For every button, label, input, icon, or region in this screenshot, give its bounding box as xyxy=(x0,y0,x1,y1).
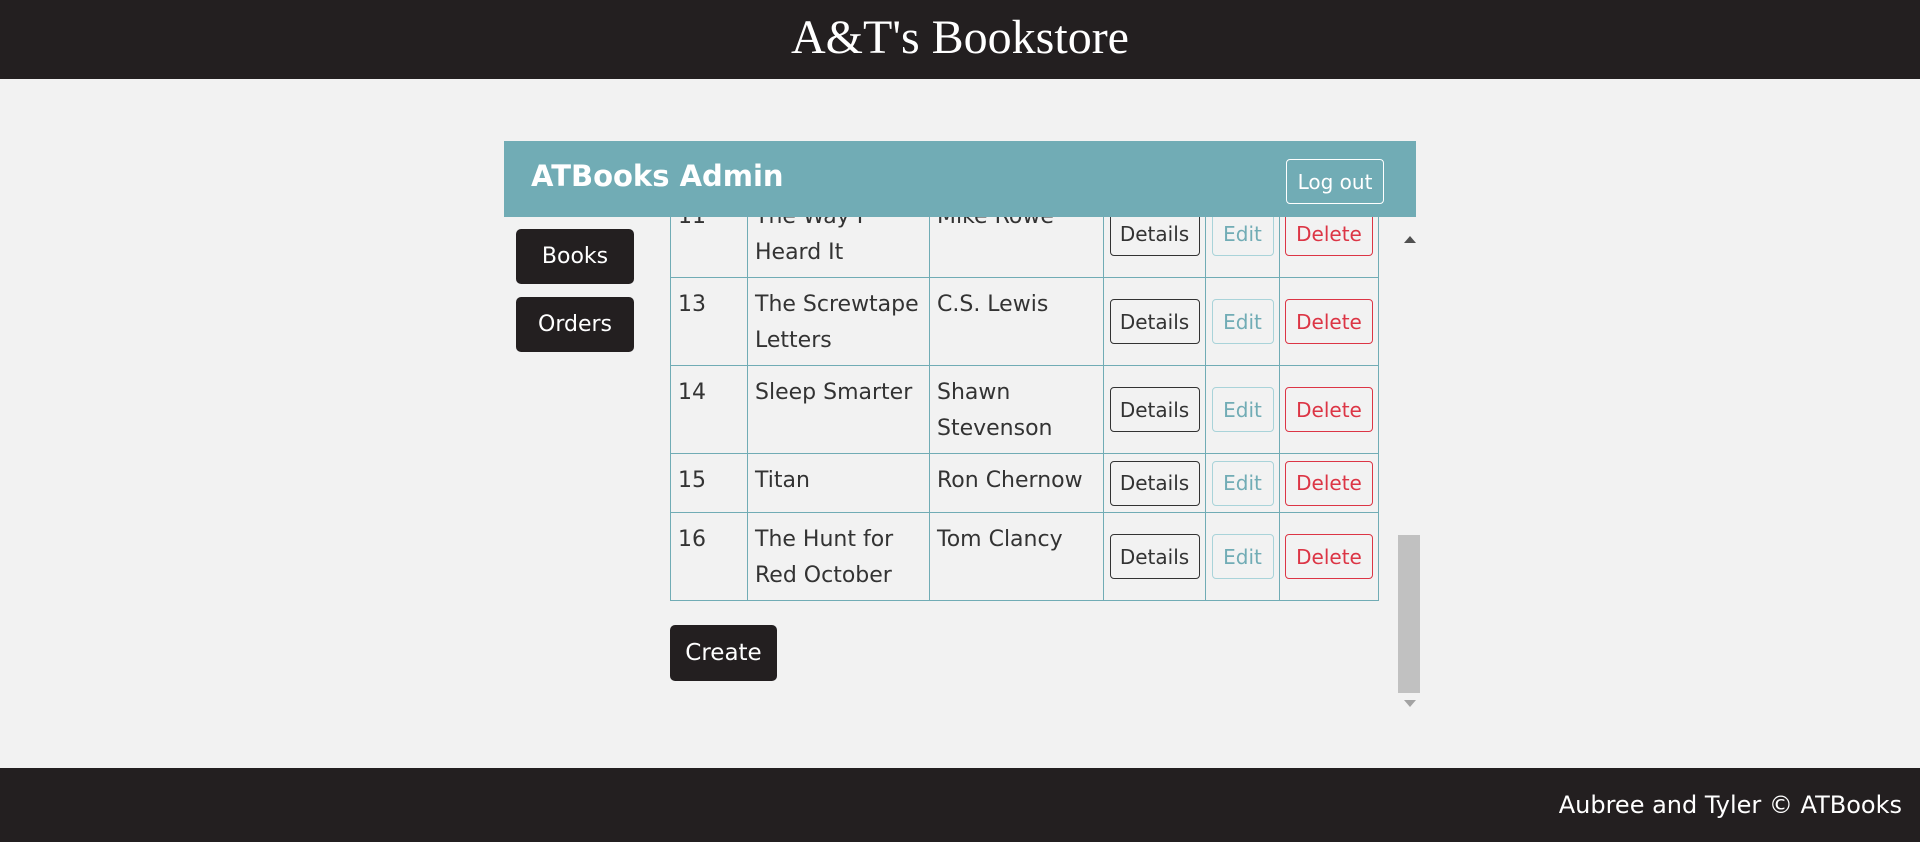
delete-button[interactable]: Delete xyxy=(1285,460,1373,506)
book-title-cell: The Way I Heard It xyxy=(747,217,930,278)
details-button[interactable]: Details xyxy=(1109,460,1200,506)
book-id-cell: 15 xyxy=(670,453,748,513)
table-row: 16 The Hunt for Red October Tom Clancy D… xyxy=(670,512,1379,601)
book-author-cell: Tom Clancy xyxy=(929,512,1104,601)
book-id-cell: 16 xyxy=(670,512,748,601)
edit-button[interactable]: Edit xyxy=(1211,217,1274,256)
details-button[interactable]: Details xyxy=(1109,534,1200,579)
delete-button[interactable]: Delete xyxy=(1285,387,1373,432)
nav-orders-button[interactable]: Orders xyxy=(516,297,634,352)
footer-text: Aubree and Tyler © ATBooks xyxy=(1558,791,1902,819)
details-button[interactable]: Details xyxy=(1109,387,1200,432)
nav-books-button[interactable]: Books xyxy=(516,229,634,284)
delete-button[interactable]: Delete xyxy=(1285,299,1373,344)
book-title-cell: Sleep Smarter xyxy=(747,365,930,454)
book-author-cell: Ron Chernow xyxy=(929,453,1104,513)
table-row: 11 The Way I Heard It Mike Rowe Details … xyxy=(670,217,1379,278)
edit-button[interactable]: Edit xyxy=(1211,387,1274,432)
scrollbar-thumb[interactable] xyxy=(1398,535,1420,693)
book-id-cell: 11 xyxy=(670,217,748,278)
table-row: 14 Sleep Smarter Shawn Stevenson Details… xyxy=(670,365,1379,454)
scroll-down-arrow-icon[interactable] xyxy=(1404,700,1416,707)
site-footer: Aubree and Tyler © ATBooks xyxy=(0,768,1920,842)
logout-button[interactable]: Log out xyxy=(1286,159,1384,204)
admin-panel-title: ATBooks Admin xyxy=(531,159,784,193)
book-title-cell: The Screwtape Letters xyxy=(747,277,930,366)
book-author-cell: Mike Rowe xyxy=(929,217,1104,278)
table-row: 13 The Screwtape Letters C.S. Lewis Deta… xyxy=(670,277,1379,366)
admin-content-scroll-area[interactable]: Books Orders 11 The Way I Heard It Mike … xyxy=(504,217,1416,714)
delete-button[interactable]: Delete xyxy=(1285,217,1373,256)
book-author-cell: C.S. Lewis xyxy=(929,277,1104,366)
book-id-cell: 13 xyxy=(670,277,748,366)
table-row: 15 Titan Ron Chernow Details Edit Delete xyxy=(670,453,1379,513)
scroll-up-arrow-icon[interactable] xyxy=(1404,236,1416,243)
site-header: A&T's Bookstore xyxy=(0,0,1920,79)
create-book-button[interactable]: Create xyxy=(670,625,777,681)
edit-button[interactable]: Edit xyxy=(1211,534,1274,579)
books-table: 11 The Way I Heard It Mike Rowe Details … xyxy=(670,217,1379,601)
site-title: A&T's Bookstore xyxy=(791,11,1129,64)
admin-panel-header: ATBooks Admin Log out xyxy=(504,141,1416,217)
edit-button[interactable]: Edit xyxy=(1211,460,1274,506)
delete-button[interactable]: Delete xyxy=(1285,534,1373,579)
book-title-cell: Titan xyxy=(747,453,930,513)
book-id-cell: 14 xyxy=(670,365,748,454)
vertical-scrollbar[interactable] xyxy=(1398,232,1420,712)
book-title-cell: The Hunt for Red October xyxy=(747,512,930,601)
details-button[interactable]: Details xyxy=(1109,217,1200,256)
details-button[interactable]: Details xyxy=(1109,299,1200,344)
edit-button[interactable]: Edit xyxy=(1211,299,1274,344)
book-author-cell: Shawn Stevenson xyxy=(929,365,1104,454)
